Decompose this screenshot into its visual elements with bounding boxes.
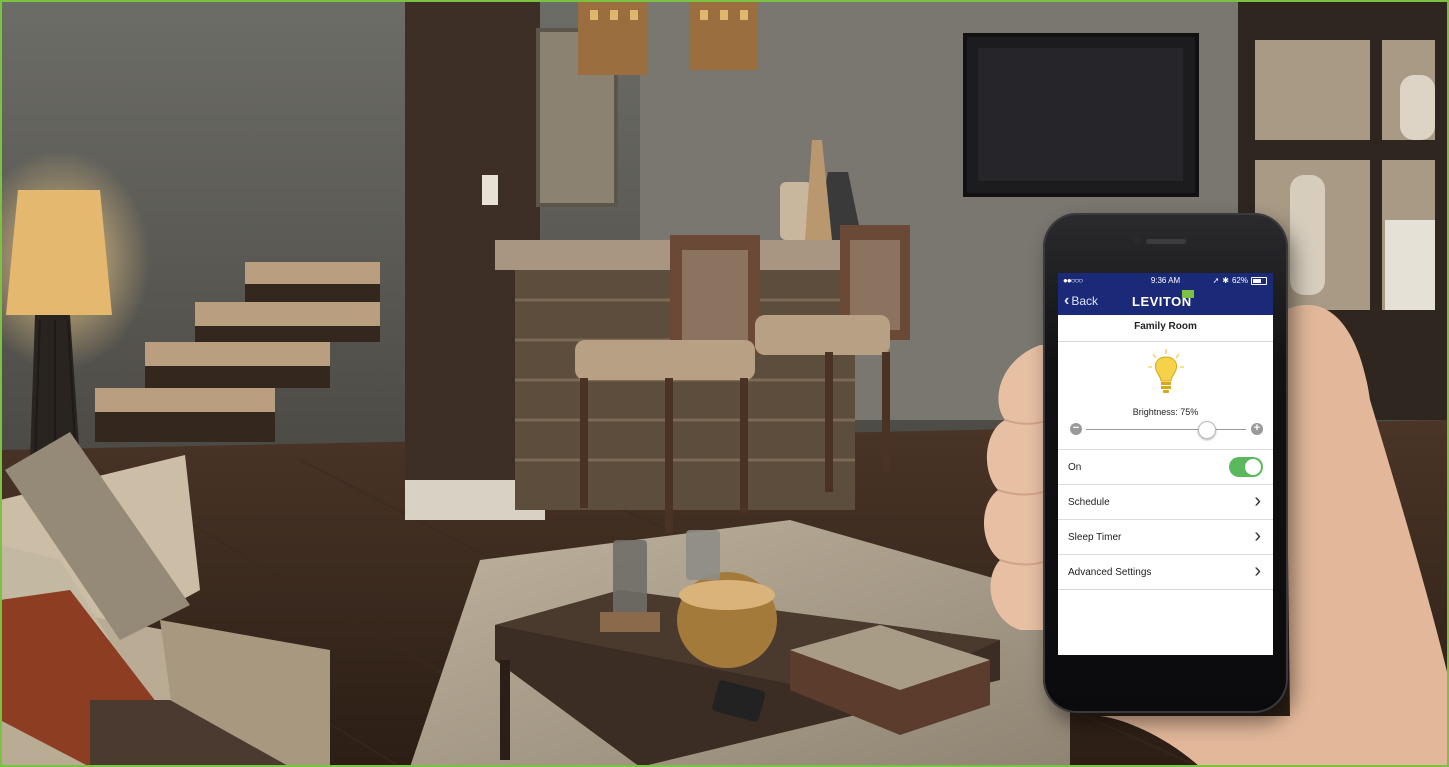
chevron-right-icon: › — [1254, 525, 1261, 547]
brightness-label: Brightness: 75% — [1132, 407, 1199, 417]
location-icon: ➚ — [1212, 276, 1220, 285]
menu-item-label: Schedule — [1068, 497, 1110, 508]
smartphone: ●●○○○ 9:36 AM ➚ ✱ 62% ‹ Back LEVITON Fam… — [1043, 213, 1288, 713]
room-title: Family Room — [1134, 321, 1197, 332]
bluetooth-icon: ✱ — [1222, 276, 1229, 285]
title-divider — [1058, 341, 1273, 342]
lightbulb-icon — [1148, 349, 1184, 393]
slider-track — [1086, 429, 1246, 430]
menu-item-sleep-timer[interactable]: Sleep Timer › — [1058, 519, 1273, 555]
menu-item-label: Advanced Settings — [1068, 567, 1152, 578]
on-label: On — [1068, 462, 1082, 473]
minus-icon[interactable]: − — [1070, 423, 1082, 435]
chevron-left-icon: ‹ — [1064, 292, 1070, 309]
chevron-right-icon: › — [1254, 490, 1261, 512]
power-row: On — [1058, 449, 1273, 485]
photo-frame: ●●○○○ 9:36 AM ➚ ✱ 62% ‹ Back LEVITON Fam… — [0, 0, 1449, 767]
front-camera — [1133, 237, 1140, 244]
slider-thumb[interactable] — [1198, 421, 1216, 439]
brightness-slider[interactable]: − + — [1070, 421, 1263, 439]
back-button[interactable]: ‹ Back — [1064, 292, 1099, 309]
back-label: Back — [1071, 294, 1099, 308]
logo-accent — [1182, 290, 1194, 298]
status-bar: ●●○○○ 9:36 AM ➚ ✱ 62% — [1058, 273, 1273, 289]
menu-item-schedule[interactable]: Schedule › — [1058, 484, 1273, 520]
plus-icon[interactable]: + — [1251, 423, 1263, 435]
status-right: ➚ ✱ 62% — [1213, 276, 1267, 285]
battery-percent: 62% — [1231, 276, 1248, 285]
battery-icon — [1251, 276, 1267, 285]
app-screen: ●●○○○ 9:36 AM ➚ ✱ 62% ‹ Back LEVITON Fam… — [1058, 273, 1273, 655]
earpiece-speaker — [1146, 239, 1186, 244]
menu-item-label: Sleep Timer — [1068, 532, 1122, 543]
menu-bottom-divider — [1058, 589, 1273, 590]
nav-bar: ‹ Back LEVITON — [1058, 289, 1273, 315]
power-toggle[interactable] — [1229, 457, 1263, 477]
chevron-right-icon: › — [1254, 560, 1261, 582]
menu-item-advanced-settings[interactable]: Advanced Settings › — [1058, 554, 1273, 590]
